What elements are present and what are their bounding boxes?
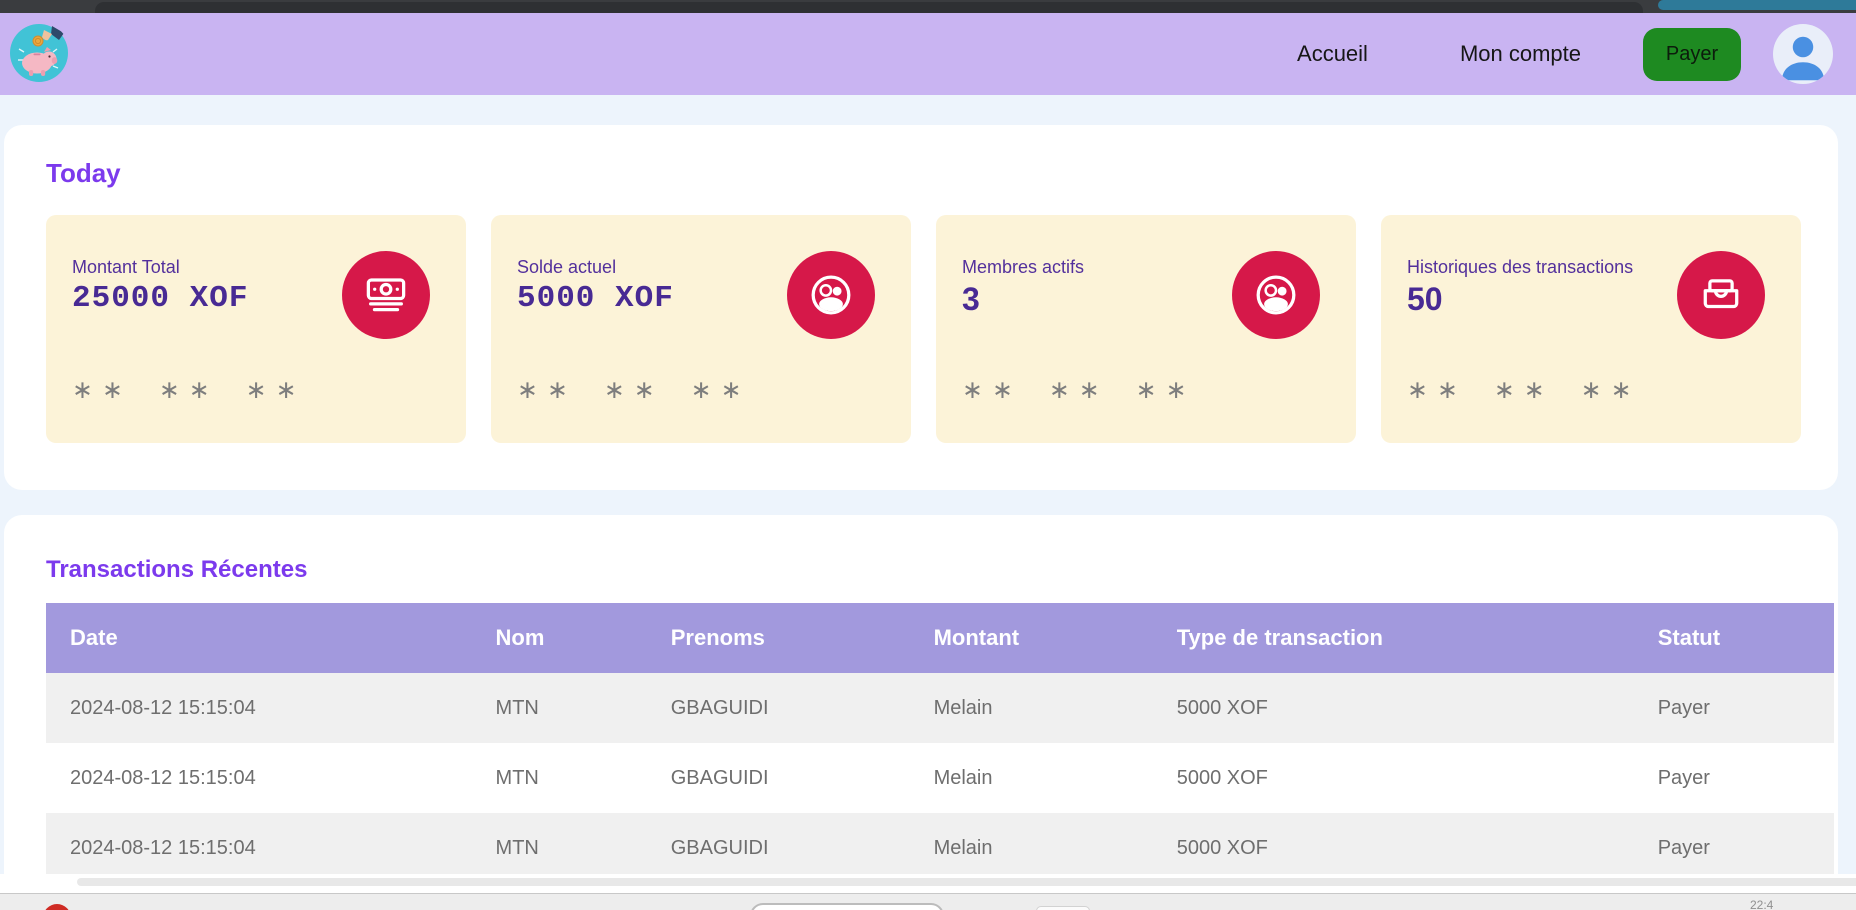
card-label: Historiques des transactions [1407, 257, 1633, 278]
card-value: 5000 XOF [517, 281, 674, 316]
cell-montant: Melain [910, 813, 1153, 883]
cell-nom: MTN [472, 673, 647, 743]
masked-digits: ∗∗ ∗∗ ∗∗ [517, 375, 751, 405]
payer-button[interactable]: Payer [1643, 28, 1741, 81]
cell-montant: Melain [910, 673, 1153, 743]
cell-prenoms: GBAGUIDI [647, 673, 910, 743]
browser-chrome-accent [1658, 0, 1856, 10]
card-value: 25000 XOF [72, 281, 248, 316]
masked-digits: ∗∗ ∗∗ ∗∗ [962, 375, 1196, 405]
column-header-date: Date [46, 603, 472, 673]
card-solde-actuel: Solde actuel 5000 XOF ∗∗ ∗∗ ∗∗ [491, 215, 911, 443]
cell-statut: Payer [1634, 813, 1834, 883]
cell-date: 2024-08-12 15:15:04 [46, 673, 472, 743]
column-header-prenoms: Prenoms [647, 603, 910, 673]
app-screen: Accueil Mon compte Payer Today Montant T… [0, 0, 1856, 910]
piggy-bank-logo-icon[interactable] [8, 22, 70, 84]
app-header: Accueil Mon compte Payer [0, 13, 1856, 95]
window-bottom-strip [77, 878, 1856, 886]
cell-date: 2024-08-12 15:15:04 [46, 813, 472, 883]
cell-prenoms: GBAGUIDI [647, 743, 910, 813]
cell-statut: Payer [1634, 743, 1834, 813]
card-value: 3 [962, 281, 980, 318]
cell-type: 5000 XOF [1153, 813, 1634, 883]
table-header-row: Date Nom Prenoms Montant Type de transac… [46, 603, 1834, 673]
masked-digits: ∗∗ ∗∗ ∗∗ [72, 375, 306, 405]
masked-digits: ∗∗ ∗∗ ∗∗ [1407, 375, 1641, 405]
column-header-type: Type de transaction [1153, 603, 1634, 673]
card-value: 50 [1407, 281, 1443, 318]
stat-cards-row: Montant Total 25000 XOF ∗∗ ∗∗ ∗∗ Solde a… [46, 215, 1801, 443]
nav-link-mon-compte[interactable]: Mon compte [1460, 41, 1581, 67]
browser-tab[interactable] [95, 2, 1643, 13]
window-bottom-edge [0, 874, 1856, 893]
cell-date: 2024-08-12 15:15:04 [46, 743, 472, 813]
card-montant-total: Montant Total 25000 XOF ∗∗ ∗∗ ∗∗ [46, 215, 466, 443]
cell-statut: Payer [1634, 673, 1834, 743]
column-header-nom: Nom [472, 603, 647, 673]
taskbar-search-input[interactable] [750, 903, 944, 910]
transactions-heading: Transactions Récentes [46, 556, 307, 584]
column-header-statut: Statut [1634, 603, 1834, 673]
cell-prenoms: GBAGUIDI [647, 813, 910, 883]
column-header-montant: Montant [910, 603, 1153, 673]
card-label: Montant Total [72, 257, 180, 278]
card-label: Membres actifs [962, 257, 1084, 278]
main-nav: Accueil Mon compte Payer [1297, 13, 1833, 95]
person-icon [1773, 24, 1833, 84]
cell-nom: MTN [472, 743, 647, 813]
users-icon [787, 251, 875, 339]
cell-nom: MTN [472, 813, 647, 883]
transactions-table: Date Nom Prenoms Montant Type de transac… [46, 603, 1834, 883]
taskbar-clock[interactable]: 22:4 [1750, 898, 1773, 910]
taskbar-app-icon[interactable] [43, 904, 71, 910]
nav-link-accueil[interactable]: Accueil [1297, 41, 1368, 67]
card-membres-actifs: Membres actifs 3 ∗∗ ∗∗ ∗∗ [936, 215, 1356, 443]
taskbar: 22:4 [0, 893, 1856, 910]
card-label: Solde actuel [517, 257, 616, 278]
cell-montant: Melain [910, 743, 1153, 813]
inbox-icon [1677, 251, 1765, 339]
money-icon [342, 251, 430, 339]
table-row: 2024-08-12 15:15:04 MTN GBAGUIDI Melain … [46, 673, 1834, 743]
card-historiques-transactions: Historiques des transactions 50 ∗∗ ∗∗ ∗∗ [1381, 215, 1801, 443]
table-row: 2024-08-12 15:15:04 MTN GBAGUIDI Melain … [46, 743, 1834, 813]
cell-type: 5000 XOF [1153, 673, 1634, 743]
today-panel: Today Montant Total 25000 XOF ∗∗ ∗∗ ∗∗ [4, 125, 1838, 490]
users-icon [1232, 251, 1320, 339]
browser-chrome-bar [0, 0, 1856, 13]
taskbar-widget[interactable] [1036, 906, 1090, 910]
user-avatar[interactable] [1773, 24, 1833, 84]
transactions-panel: Transactions Récentes Date Nom Prenoms M… [4, 515, 1838, 910]
today-heading: Today [46, 158, 121, 189]
cell-type: 5000 XOF [1153, 743, 1634, 813]
table-row: 2024-08-12 15:15:04 MTN GBAGUIDI Melain … [46, 813, 1834, 883]
